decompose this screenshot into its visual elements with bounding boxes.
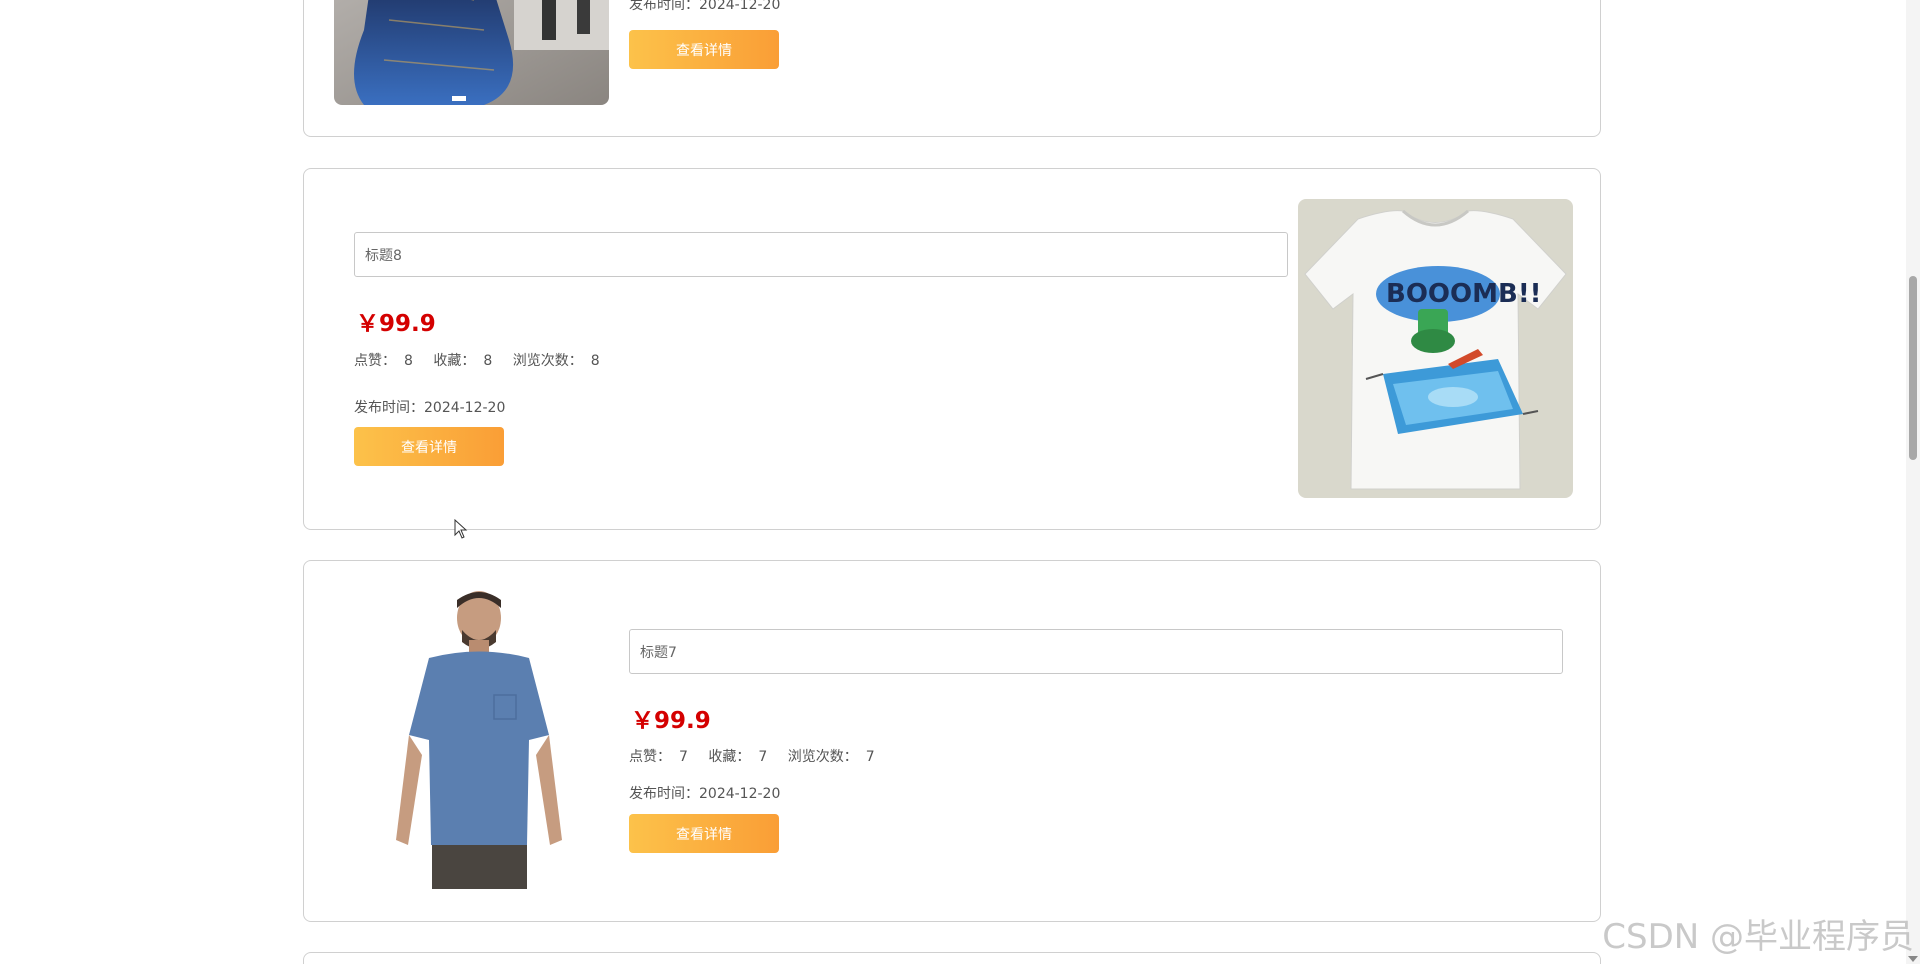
- price: ￥99.9: [631, 708, 711, 734]
- publish-date: 发布时间：2024-12-20: [354, 400, 506, 416]
- view-details-button[interactable]: 查看详情: [354, 427, 504, 466]
- product-card: 发布时间：2024-12-20 查看详情: [303, 0, 1601, 137]
- tshirt-boomb-photo-icon[interactable]: BOOOMB!!: [1298, 199, 1573, 498]
- man-blue-tshirt-photo-icon[interactable]: [334, 590, 609, 889]
- likes-stat: 点赞： 8: [354, 353, 413, 369]
- publish-date: 发布时间：2024-12-20: [629, 0, 781, 13]
- product-card: [303, 952, 1601, 964]
- product-card: ￥99.9 点赞：8 收藏：8 浏览次数：8 发布时间：2024-12-20 查…: [303, 168, 1601, 530]
- mouse-cursor-icon: [454, 519, 468, 539]
- likes-stat: 点赞： 7: [629, 749, 688, 765]
- dress-photo-icon[interactable]: [334, 0, 609, 105]
- stats-line: 点赞： 8 收藏： 8 浏览次数： 8: [354, 350, 616, 370]
- title-field[interactable]: [354, 232, 1288, 277]
- watermark: CSDN @毕业程序员: [1602, 917, 1914, 957]
- view-details-button[interactable]: 查看详情: [629, 30, 779, 69]
- views-stat: 浏览次数： 7: [787, 749, 875, 765]
- svg-text:BOOOMB!!: BOOOMB!!: [1386, 279, 1542, 309]
- favorites-stat: 收藏： 7: [708, 749, 768, 765]
- vertical-scrollbar[interactable]: [1906, 0, 1920, 964]
- view-details-button[interactable]: 查看详情: [629, 814, 779, 853]
- title-field[interactable]: [629, 629, 1563, 674]
- scrollbar-thumb[interactable]: [1909, 276, 1917, 460]
- product-card: ￥99.9 点赞：7 收藏：7 浏览次数：7 发布时间：2024-12-20 查…: [303, 560, 1601, 922]
- product-list-page: 发布时间：2024-12-20 查看详情 ￥99.9 点赞：8 收藏：8 浏览次…: [0, 0, 1920, 964]
- price: ￥99.9: [356, 311, 436, 337]
- stats-line: 点赞： 7 收藏： 7 浏览次数： 7: [629, 746, 891, 766]
- publish-date: 发布时间：2024-12-20: [629, 786, 781, 802]
- views-stat: 浏览次数： 8: [512, 353, 600, 369]
- favorites-stat: 收藏： 8: [433, 353, 493, 369]
